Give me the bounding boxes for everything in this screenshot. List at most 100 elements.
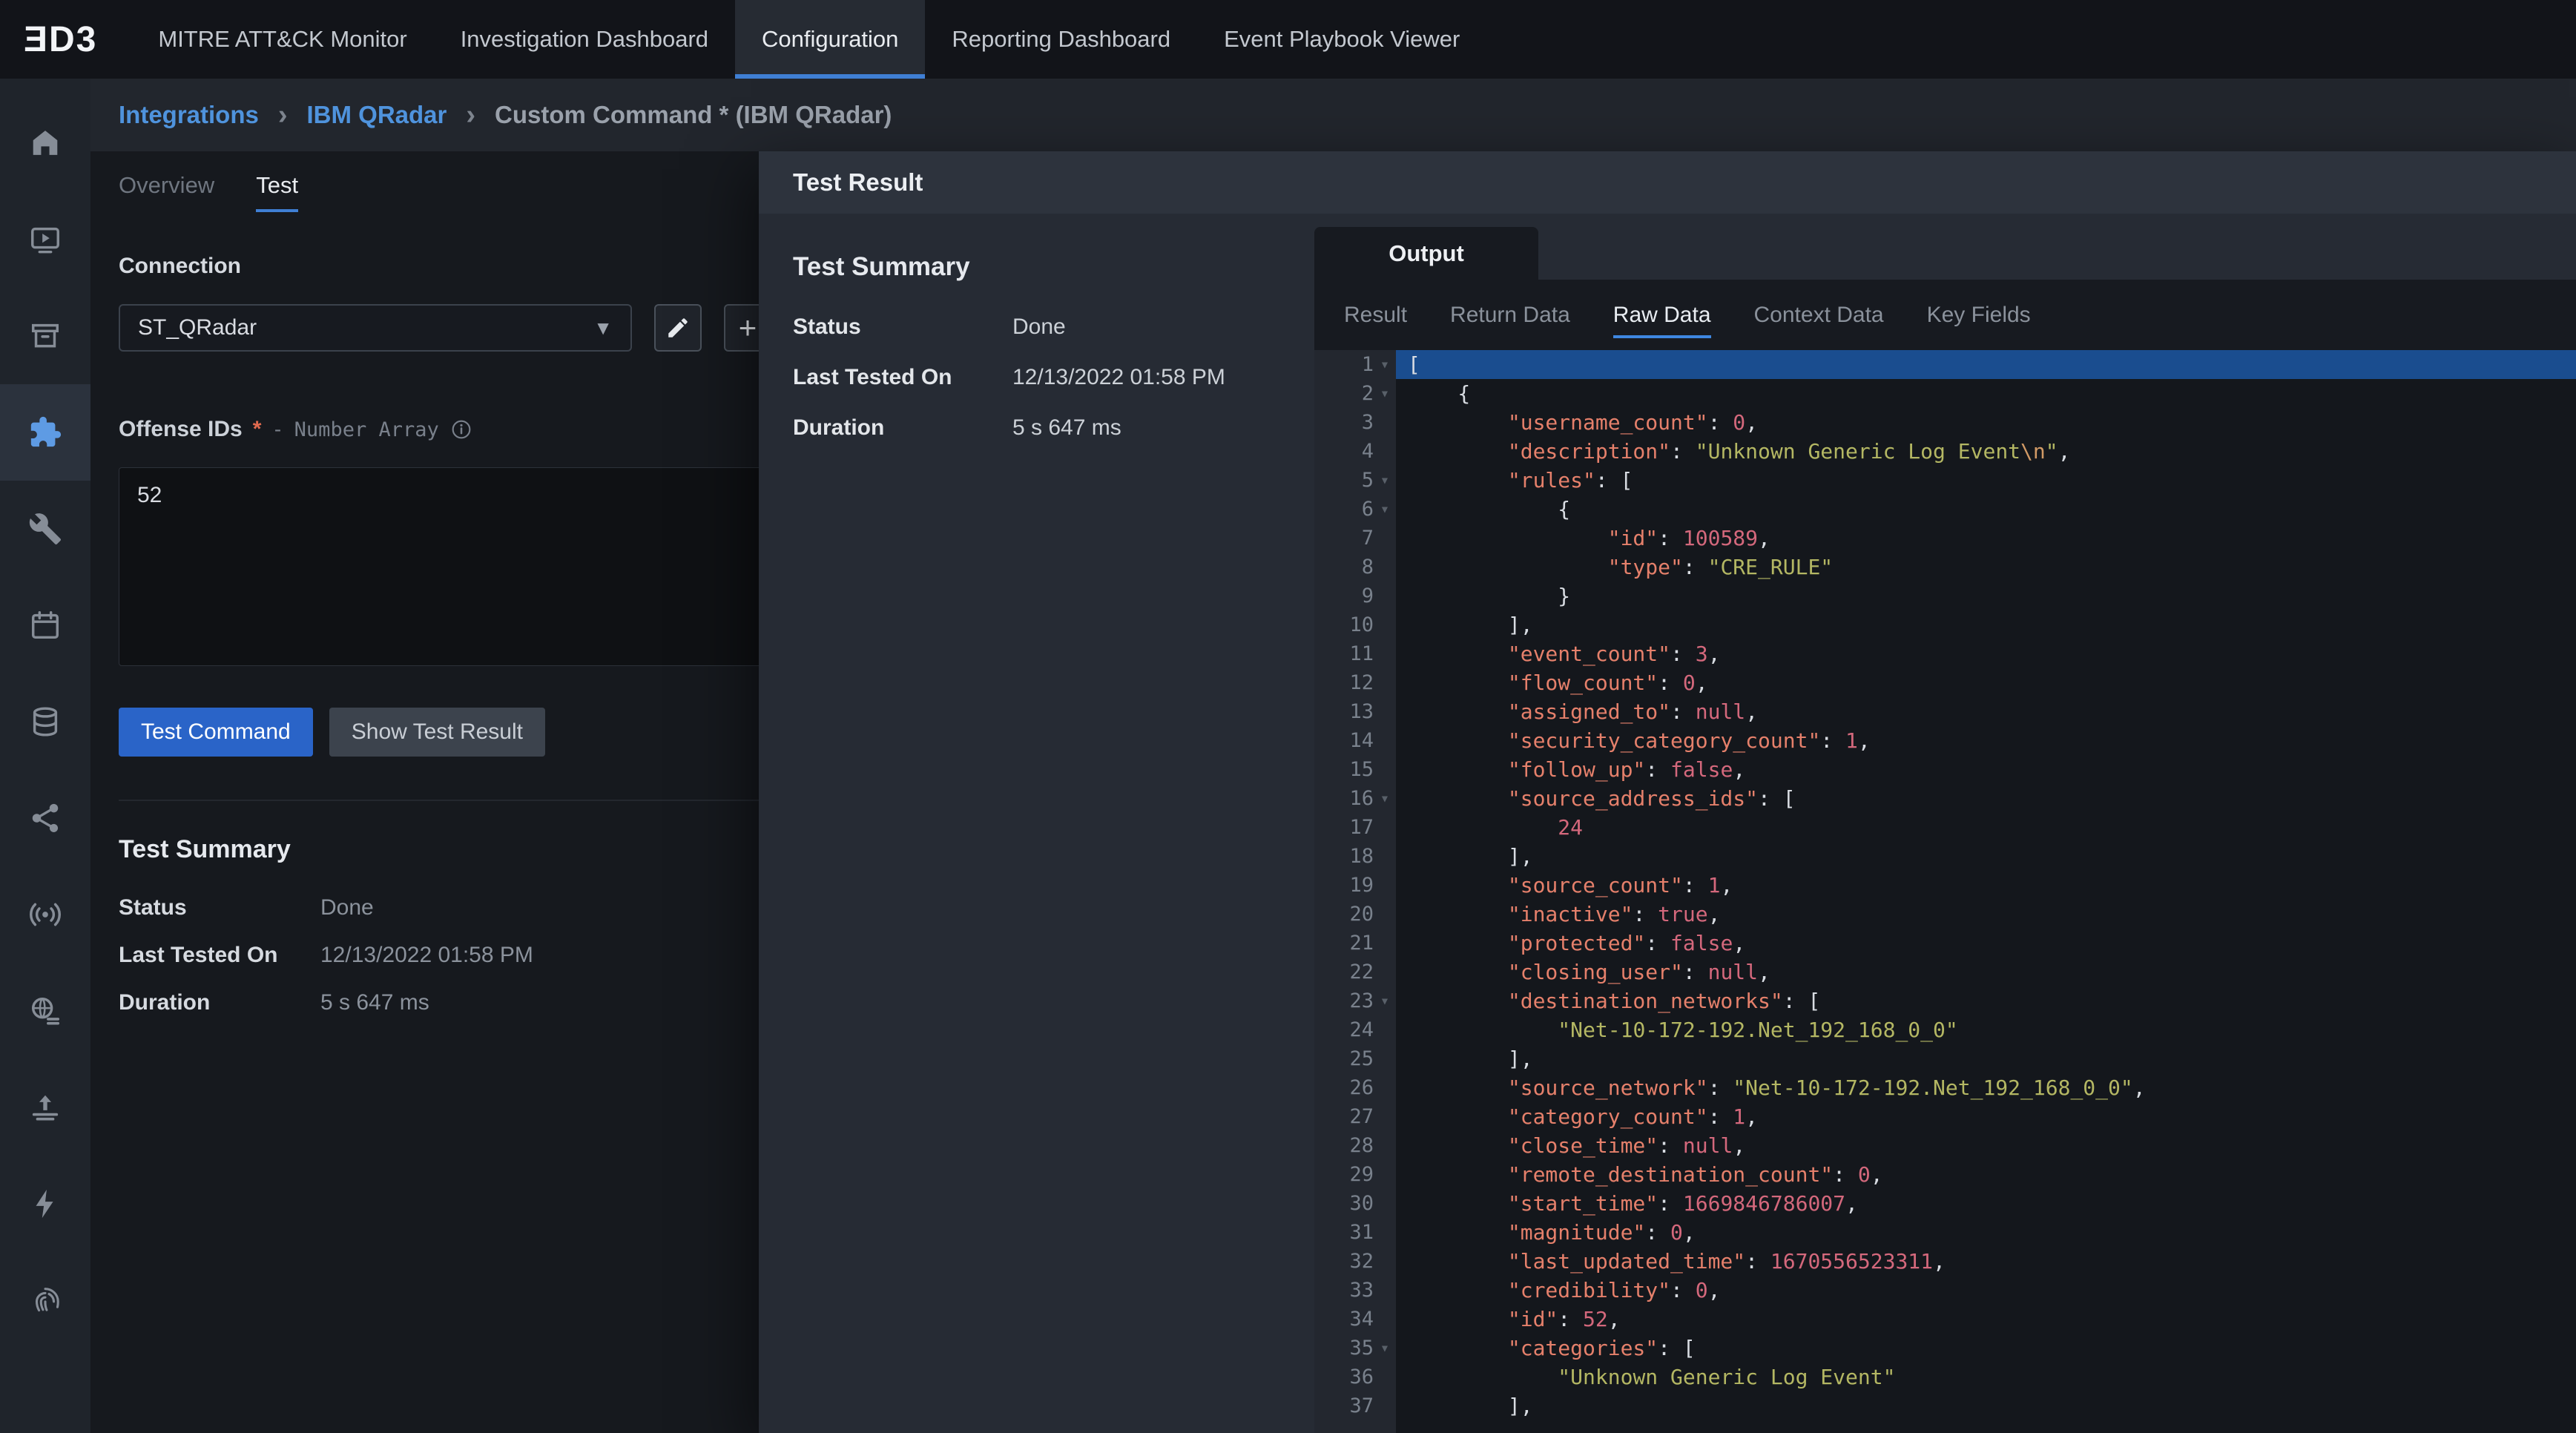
code-line-24[interactable]: 24 "Net-10-172-192.Net_192_168_0_0" [1314, 1015, 2576, 1044]
data-ingestion-icon [28, 1090, 62, 1124]
show-test-result-button[interactable]: Show Test Result [329, 708, 545, 757]
sidebar-item-integrations-puzzle[interactable] [0, 384, 90, 481]
tab-result[interactable]: Result [1344, 280, 1407, 350]
tab-output[interactable]: Output [1314, 227, 1538, 280]
code-line-37[interactable]: 37 ], [1314, 1391, 2576, 1420]
code-line-5[interactable]: 5▾ "rules": [ [1314, 466, 2576, 495]
code-line-11[interactable]: 11 "event_count": 3, [1314, 639, 2576, 668]
screen: ƎD3 MITRE ATT&CK MonitorInvestigation Da… [0, 0, 2576, 1433]
code-line-17[interactable]: 17 24 [1314, 813, 2576, 842]
nav-tab-mitre-att-ck-monitor[interactable]: MITRE ATT&CK Monitor [131, 0, 433, 79]
code-line-31[interactable]: 31 "magnitude": 0, [1314, 1218, 2576, 1247]
code-line-25[interactable]: 25 ], [1314, 1044, 2576, 1073]
fold-toggle-icon[interactable]: ▾ [1374, 466, 1396, 495]
fold-toggle-icon[interactable]: ▾ [1374, 1334, 1396, 1363]
code-line-20[interactable]: 20 "inactive": true, [1314, 900, 2576, 929]
code-line-18[interactable]: 18 ], [1314, 842, 2576, 871]
code-line-6[interactable]: 6▾ { [1314, 495, 2576, 524]
breadcrumb-ibm-qradar[interactable]: IBM QRadar [307, 101, 447, 129]
sidebar-item-playbook[interactable] [0, 191, 90, 288]
code-line-34[interactable]: 34 "id": 52, [1314, 1305, 2576, 1334]
line-number-text: 9 [1362, 582, 1374, 610]
code-line-19[interactable]: 19 "source_count": 1, [1314, 871, 2576, 900]
code-text: "categories": [ [1396, 1334, 2576, 1363]
line-number-text: 36 [1349, 1363, 1374, 1391]
code-line-7[interactable]: 7 "id": 100589, [1314, 524, 2576, 553]
code-line-14[interactable]: 14 "security_category_count": 1, [1314, 726, 2576, 755]
sidebar-item-automation-lightning[interactable] [0, 1156, 90, 1252]
tab-return-data[interactable]: Return Data [1450, 280, 1570, 350]
code-line-4[interactable]: 4 "description": "Unknown Generic Log Ev… [1314, 437, 2576, 466]
fold-toggle-icon[interactable]: ▾ [1374, 784, 1396, 813]
line-number: 35▾ [1314, 1334, 1396, 1363]
sidebar-item-fingerprint[interactable] [0, 1252, 90, 1348]
code-line-12[interactable]: 12 "flow_count": 0, [1314, 668, 2576, 697]
code-line-36[interactable]: 36 "Unknown Generic Log Event" [1314, 1363, 2576, 1391]
sidebar-item-connections-share[interactable] [0, 770, 90, 866]
nav-tab-reporting-dashboard[interactable]: Reporting Dashboard [925, 0, 1197, 79]
code-line-32[interactable]: 32 "last_updated_time": 1670556523311, [1314, 1247, 2576, 1276]
info-icon[interactable] [449, 418, 473, 441]
code-line-33[interactable]: 33 "credibility": 0, [1314, 1276, 2576, 1305]
code-text: "close_time": null, [1396, 1131, 2576, 1160]
line-number: 17 [1314, 813, 1396, 842]
code-line-15[interactable]: 15 "follow_up": false, [1314, 755, 2576, 784]
sidebar-item-investigation-box[interactable] [0, 288, 90, 384]
sidebar-item-utilities-wrench[interactable] [0, 481, 90, 577]
code-line-30[interactable]: 30 "start_time": 1669846786007, [1314, 1189, 2576, 1218]
code-line-35[interactable]: 35▾ "categories": [ [1314, 1334, 2576, 1363]
connection-select[interactable]: ST_QRadar ▼ [119, 304, 632, 352]
breadcrumb-separator: › [466, 99, 475, 131]
offense-ids-input[interactable]: 52 [119, 467, 823, 666]
param-type-separator: - [271, 418, 283, 441]
fold-toggle-icon[interactable]: ▾ [1374, 350, 1396, 379]
breadcrumb-integrations[interactable]: Integrations [119, 101, 259, 129]
nav-tab-event-playbook-viewer[interactable]: Event Playbook Viewer [1197, 0, 1486, 79]
nav-tab-investigation-dashboard[interactable]: Investigation Dashboard [434, 0, 735, 79]
sidebar-item-calendar[interactable] [0, 577, 90, 673]
tab-context-data[interactable]: Context Data [1754, 280, 1884, 350]
line-number: 3 [1314, 408, 1396, 437]
sidebar-item-data-ingestion[interactable] [0, 1059, 90, 1156]
code-line-1[interactable]: 1▾[ [1314, 350, 2576, 379]
fold-toggle-icon[interactable]: ▾ [1374, 379, 1396, 408]
code-line-21[interactable]: 21 "protected": false, [1314, 929, 2576, 958]
calendar-icon [28, 608, 62, 642]
code-text: ], [1396, 1391, 2576, 1420]
line-number: 1▾ [1314, 350, 1396, 379]
sidebar-item-database[interactable] [0, 673, 90, 770]
code-line-3[interactable]: 3 "username_count": 0, [1314, 408, 2576, 437]
code-line-9[interactable]: 9 } [1314, 582, 2576, 610]
tab-key-fields[interactable]: Key Fields [1927, 280, 2031, 350]
code-line-2[interactable]: 2▾ { [1314, 379, 2576, 408]
test-command-button[interactable]: Test Command [119, 708, 313, 757]
fold-toggle-icon[interactable]: ▾ [1374, 495, 1396, 524]
edit-connection-button[interactable] [654, 304, 702, 352]
code-line-26[interactable]: 26 "source_network": "Net-10-172-192.Net… [1314, 1073, 2576, 1102]
tab-overview[interactable]: Overview [119, 172, 214, 212]
line-number-text: 27 [1349, 1102, 1374, 1131]
code-line-13[interactable]: 13 "assigned_to": null, [1314, 697, 2576, 726]
fold-toggle-icon[interactable]: ▾ [1374, 986, 1396, 1015]
line-number-text: 17 [1349, 813, 1374, 842]
code-text: { [1396, 495, 2576, 524]
sidebar-item-home[interactable] [0, 95, 90, 191]
code-line-10[interactable]: 10 ], [1314, 610, 2576, 639]
nav-tab-configuration[interactable]: Configuration [735, 0, 925, 79]
code-line-23[interactable]: 23▾ "destination_networks": [ [1314, 986, 2576, 1015]
code-line-27[interactable]: 27 "category_count": 1, [1314, 1102, 2576, 1131]
sidebar-item-broadcast-signal[interactable] [0, 866, 90, 963]
code-line-22[interactable]: 22 "closing_user": null, [1314, 958, 2576, 986]
summary-value: Done [1012, 314, 1066, 340]
sidebar-item-web-services-globe[interactable] [0, 963, 90, 1059]
modal-header: Test Result [759, 151, 2576, 214]
tab-test[interactable]: Test [256, 172, 298, 212]
code-line-16[interactable]: 16▾ "source_address_ids": [ [1314, 784, 2576, 813]
code-line-28[interactable]: 28 "close_time": null, [1314, 1131, 2576, 1160]
code-line-29[interactable]: 29 "remote_destination_count": 0, [1314, 1160, 2576, 1189]
panel-test-summary: Test Summary StatusDoneLast Tested On12/… [119, 800, 771, 1015]
summary-label: Duration [793, 415, 1012, 441]
tab-raw-data[interactable]: Raw Data [1613, 280, 1711, 350]
summary-row-status: StatusDone [793, 314, 1314, 340]
code-line-8[interactable]: 8 "type": "CRE_RULE" [1314, 553, 2576, 582]
